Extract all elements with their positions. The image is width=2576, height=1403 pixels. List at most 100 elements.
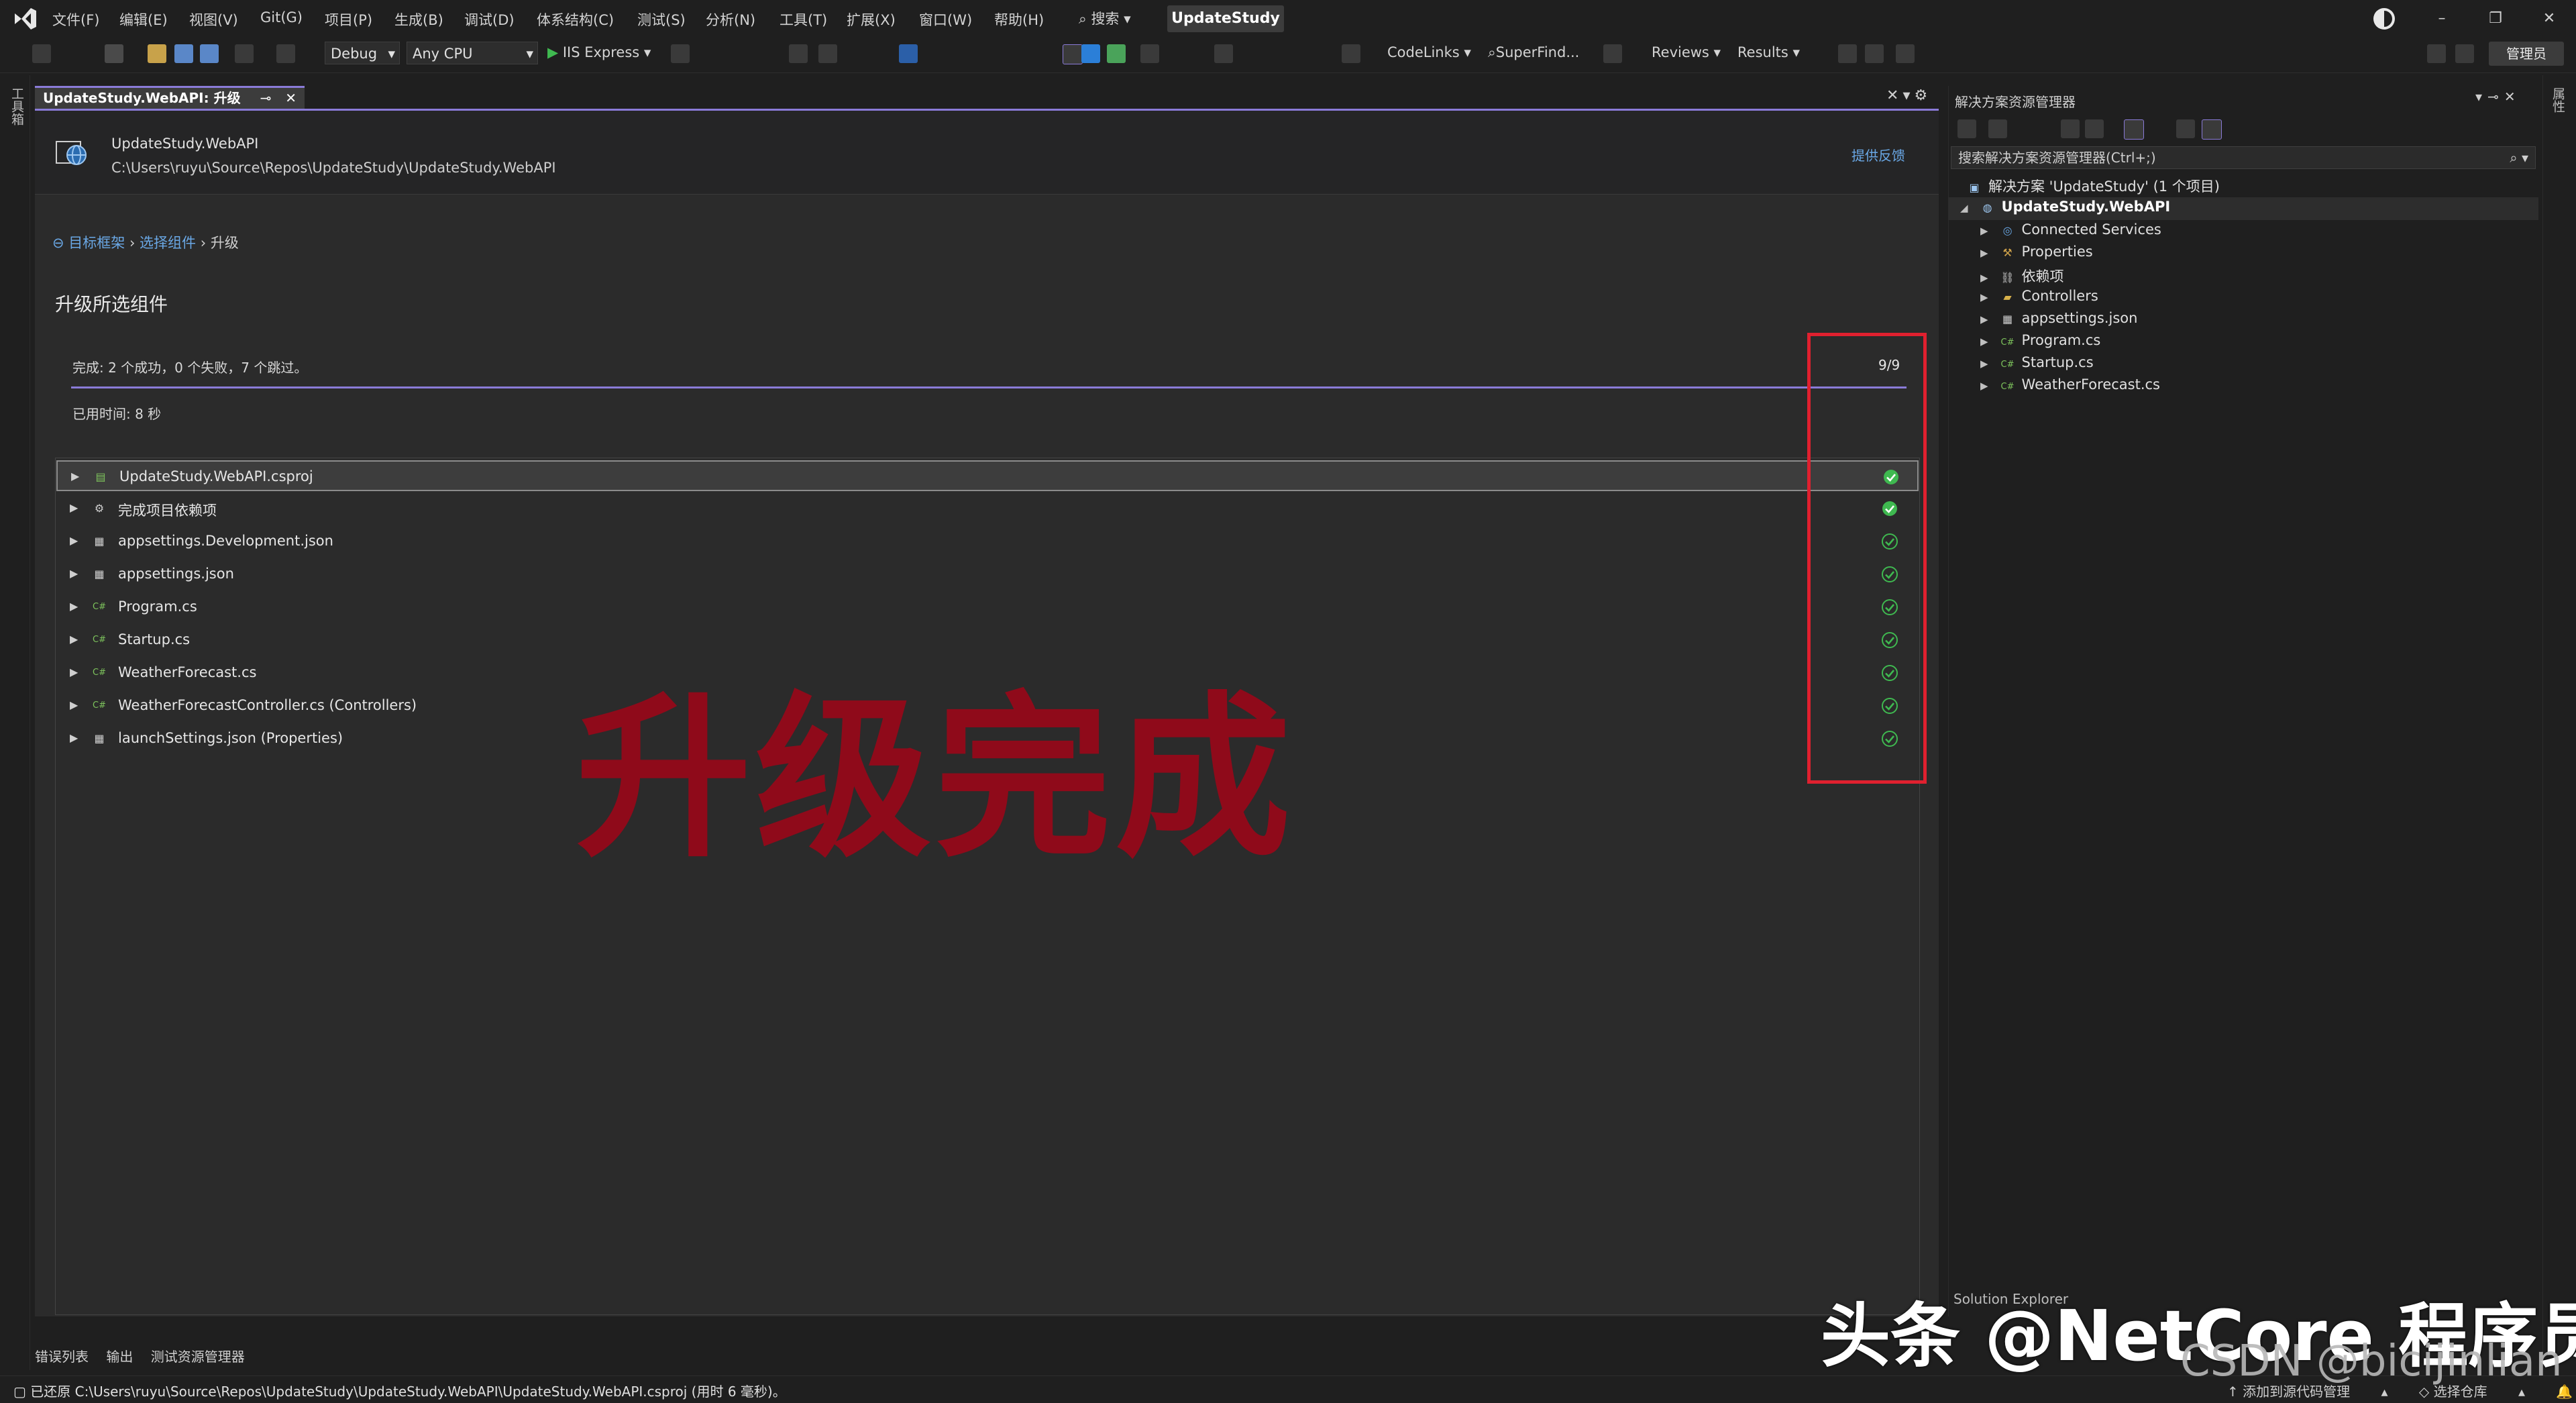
expand-chevron-icon[interactable]: ▶	[1980, 291, 1988, 303]
project-node[interactable]: ◢ ◍ UpdateStudy.WebAPI	[1960, 199, 2170, 215]
filter-icon[interactable]	[2124, 119, 2144, 140]
list-item[interactable]: ▶ ▤ UpdateStudy.WebAPI.csproj	[56, 460, 1919, 491]
run-button[interactable]: ▶ IIS Express ▾	[547, 44, 651, 60]
tree-item[interactable]: ▶ C# Startup.cs	[1980, 354, 2094, 370]
menu-item[interactable]: 视图(V)	[189, 9, 238, 30]
expand-chevron-icon[interactable]: ▶	[70, 698, 78, 711]
close-tab-icon[interactable]: ✕	[285, 90, 297, 106]
expand-chevron-icon[interactable]: ▶	[70, 501, 78, 514]
redo-icon[interactable]	[276, 44, 295, 63]
list-item[interactable]: ▶ ⚙ 完成项目依赖项	[56, 493, 1919, 524]
save-all-icon[interactable]	[200, 44, 219, 63]
tab-error-list[interactable]: 错误列表	[35, 1349, 89, 1365]
menu-item[interactable]: 帮助(H)	[994, 9, 1044, 30]
admin-badge[interactable]: 管理员	[2489, 42, 2564, 66]
switch-views-icon[interactable]	[1957, 119, 1976, 138]
tree-item[interactable]: ▶ ⚒ Properties	[1980, 244, 2093, 260]
bookmark-icon[interactable]	[1214, 44, 1233, 63]
breadcrumb-target-framework[interactable]: 目标框架	[68, 235, 125, 251]
solution-search-input[interactable]: 搜索解决方案资源管理器(Ctrl+;) ⌕ ▾	[1951, 146, 2536, 169]
properties-tab[interactable]: 属性	[2549, 87, 2567, 113]
menu-item[interactable]: 调试(D)	[464, 9, 515, 30]
back-icon[interactable]	[32, 44, 51, 63]
close-icon[interactable]: ✕	[1886, 87, 1902, 104]
chevron-down-icon[interactable]: ▾	[2475, 89, 2487, 105]
comment-icon[interactable]	[1342, 44, 1360, 63]
search-box[interactable]: ⌕ 搜索 ▾	[1079, 8, 1131, 28]
results-button[interactable]: Results ▾	[1737, 44, 1800, 60]
list-item[interactable]: ▶ ▦ appsettings.Development.json	[56, 526, 1919, 557]
gear-icon[interactable]: ⚙	[1914, 87, 1931, 104]
pin-icon[interactable]: ⊸	[260, 90, 272, 106]
location-icon[interactable]	[1081, 44, 1100, 63]
open-folder-icon[interactable]	[148, 44, 166, 63]
preview-icon[interactable]	[2202, 119, 2222, 140]
save-icon[interactable]	[174, 44, 193, 63]
back-circle-icon[interactable]: ⊖	[52, 235, 68, 251]
tree-item[interactable]: ▶ C# WeatherForecast.cs	[1980, 376, 2160, 393]
tree-item[interactable]: ▶ ◎ Connected Services	[1980, 221, 2161, 238]
show-all-files-icon[interactable]	[2085, 119, 2104, 138]
expand-chevron-icon[interactable]: ▶	[70, 731, 78, 744]
expand-chevron-icon[interactable]: ▶	[70, 666, 78, 678]
expand-chevron-icon[interactable]: ▶	[1980, 247, 1988, 259]
share-icon[interactable]	[2427, 44, 2446, 63]
tree-item[interactable]: ▶ C# Program.cs	[1980, 332, 2100, 348]
pin-icon[interactable]: ⊸	[2487, 89, 2504, 105]
document-tab[interactable]: UpdateStudy.WebAPI: 升级 ⊸ ✕	[35, 86, 305, 109]
reviews-button[interactable]: Reviews ▾	[1652, 44, 1721, 60]
menu-item[interactable]: 项目(P)	[325, 9, 372, 30]
restore-icon[interactable]: ❐	[2475, 5, 2516, 32]
menu-item[interactable]: 生成(B)	[394, 9, 443, 30]
expand-chevron-icon[interactable]: ▶	[70, 567, 78, 580]
configuration-dropdown[interactable]: Debug ▾	[325, 42, 400, 64]
tab-output[interactable]: 输出	[106, 1349, 133, 1365]
superfind-button[interactable]: ⌕SuperFind...	[1488, 44, 1579, 61]
expand-chevron-icon[interactable]: ▶	[1980, 380, 1988, 392]
expand-chevron-icon[interactable]: ▶	[71, 470, 79, 482]
browser-icon[interactable]	[789, 44, 808, 63]
find-icon[interactable]	[818, 44, 837, 63]
solution-node[interactable]: ▣ 解决方案 'UpdateStudy' (1 个项目)	[1967, 176, 2220, 196]
tree-item[interactable]: ▶ ⛓ 依赖项	[1980, 266, 2064, 286]
expand-chevron-icon[interactable]: ▶	[1980, 225, 1988, 237]
expand-chevron-icon[interactable]: ▶	[1980, 358, 1988, 370]
menu-item[interactable]: Git(G)	[260, 9, 303, 25]
expanded-chevron-icon[interactable]: ◢	[1960, 202, 1968, 214]
toolbox-tab[interactable]: 工具箱	[8, 87, 26, 125]
platform-dropdown[interactable]: Any CPU ▾	[407, 42, 538, 64]
list-item[interactable]: ▶ ▦ appsettings.json	[56, 559, 1919, 590]
collapse-all-icon[interactable]	[2061, 119, 2080, 138]
expand-chevron-icon[interactable]: ▶	[1980, 272, 1988, 284]
expand-chevron-icon[interactable]: ▶	[70, 633, 78, 645]
feedback-link[interactable]: 提供反馈	[1851, 145, 1905, 164]
markdown-icon[interactable]	[1063, 44, 1083, 64]
menu-item[interactable]: 测试(S)	[637, 9, 686, 30]
menu-item[interactable]: 扩展(X)	[847, 9, 896, 30]
undo-icon[interactable]	[235, 44, 254, 63]
menu-item[interactable]: 窗口(W)	[919, 9, 972, 30]
history-icon[interactable]	[1988, 119, 2007, 138]
close-window-icon[interactable]: ✕	[2529, 5, 2569, 32]
expand-chevron-icon[interactable]: ▶	[70, 600, 78, 613]
menu-item[interactable]: 体系结构(C)	[537, 9, 614, 30]
breadcrumb-select-components[interactable]: 选择组件	[140, 235, 196, 251]
codelinks-button[interactable]: CodeLinks ▾	[1387, 44, 1471, 60]
layout-icon[interactable]	[1896, 44, 1915, 63]
tree-item[interactable]: ▶ ▰ Controllers	[1980, 288, 2098, 304]
italic-icon[interactable]	[1865, 44, 1884, 63]
code-map-icon[interactable]	[899, 44, 918, 63]
tab-test-explorer[interactable]: 测试资源管理器	[151, 1349, 245, 1365]
menu-item[interactable]: 工具(T)	[780, 9, 827, 30]
account-avatar-icon[interactable]	[2372, 7, 2396, 31]
bold-icon[interactable]	[1838, 44, 1857, 63]
wrench-icon[interactable]	[2176, 119, 2195, 138]
pen-icon[interactable]	[1140, 44, 1159, 63]
list-item[interactable]: ▶ C# Program.cs	[56, 592, 1919, 623]
menu-item[interactable]: 分析(N)	[706, 9, 755, 30]
menu-item[interactable]: 文件(F)	[52, 9, 99, 30]
expand-chevron-icon[interactable]: ▶	[1980, 335, 1988, 348]
close-icon[interactable]: ✕	[2504, 89, 2521, 105]
menu-item[interactable]: 编辑(E)	[119, 9, 168, 30]
start-without-debugging-icon[interactable]	[671, 44, 690, 63]
